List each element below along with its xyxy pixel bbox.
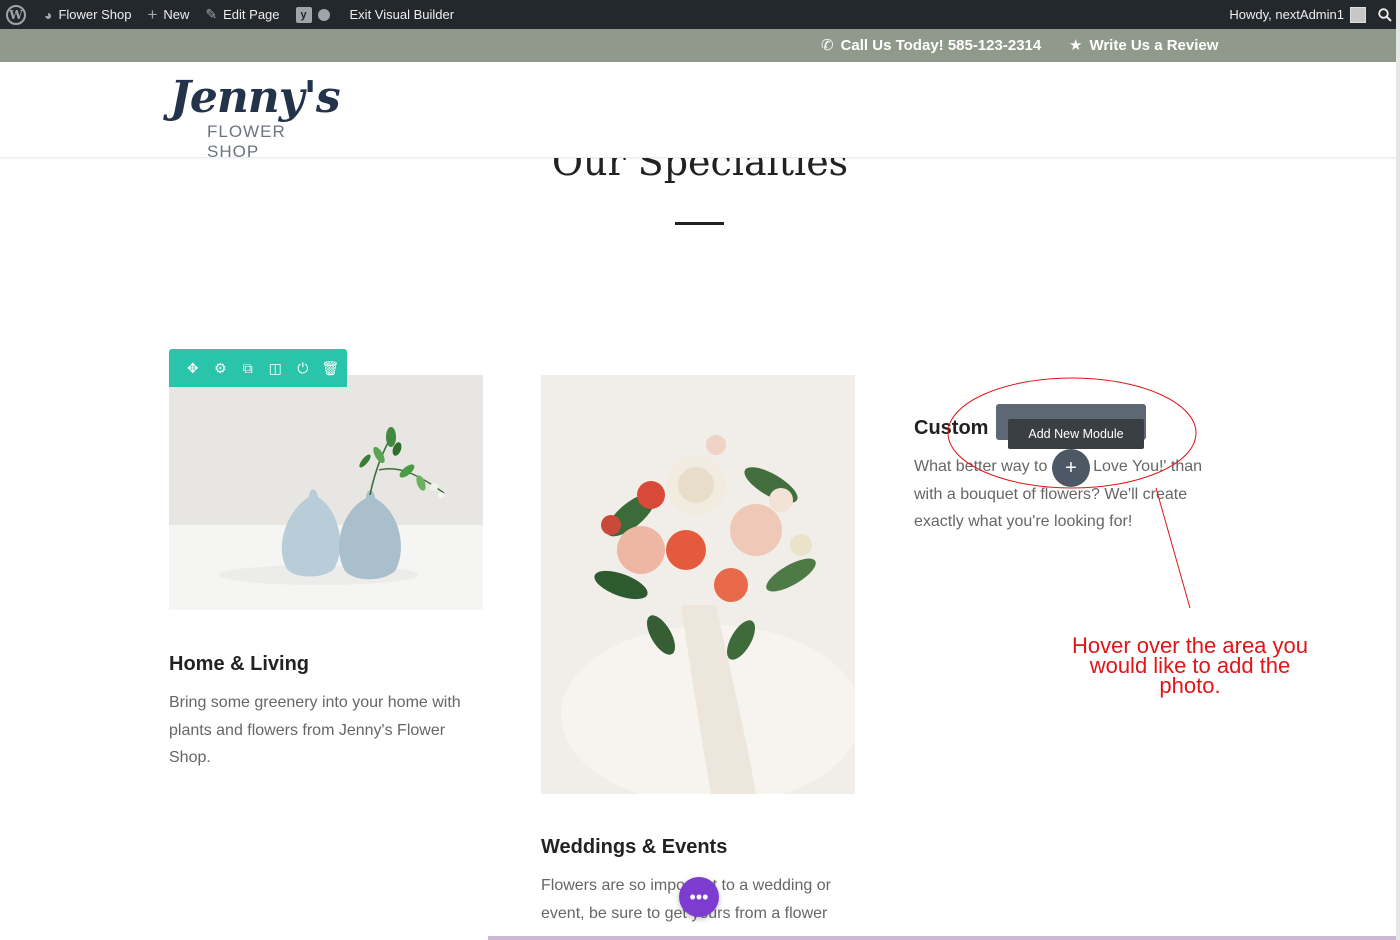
site-name-label: Flower Shop [58,7,132,22]
plus-icon: + [147,4,158,24]
phone-icon: ✆ [821,37,834,54]
howdy-label: Howdy, nextAdmin1 [1229,7,1344,22]
account-menu[interactable]: Howdy, nextAdmin1 [1221,0,1370,29]
site-logo[interactable]: Jenny's FLOWER SHOP [170,72,341,161]
exit-visual-builder-label: Exit Visual Builder [349,7,455,22]
bottom-strip [488,936,1396,940]
logo-script: Jenny's [170,72,341,123]
new-label: New [163,7,190,22]
columns-icon[interactable]: ◫ [262,349,290,387]
duplicate-icon[interactable]: ⧉ [234,349,262,387]
avatar [1350,6,1366,23]
wordpress-logo-icon[interactable]: W [6,4,26,25]
star-icon: ★ [1069,37,1083,54]
logo-subtitle: FLOWER SHOP [207,122,286,161]
top-info-bar: ✆ Call Us Today! 585-123-2314 ★ Write Us… [0,29,1400,62]
exit-visual-builder-link[interactable]: Exit Visual Builder [342,0,463,29]
weddings-events-image[interactable] [541,375,855,794]
new-content-link[interactable]: + New [139,0,197,29]
add-module-button[interactable]: + [1052,449,1090,487]
card-title: Weddings & Events [541,836,728,858]
phone-label: Call Us Today! 585-123-2314 [840,36,1042,54]
delete-icon[interactable]: 🗑 [317,349,345,387]
review-label: Write Us a Review [1089,36,1219,54]
site-header: Jenny's FLOWER SHOP [0,62,1400,161]
row-settings-toolbar: ✥ ⚙ ⧉ ◫ ⏻ 🗑 [169,349,347,387]
dashboard-icon: ◕ [44,6,53,23]
review-link[interactable]: ★ Write Us a Review [1069,36,1219,55]
site-name-link[interactable]: ◕ Flower Shop [36,0,139,29]
move-icon[interactable]: ✥ [179,349,207,387]
pencil-icon: ✎ [205,6,218,22]
edit-page-label: Edit Page [223,7,280,22]
wp-admin-bar: W ◕ Flower Shop + New ✎ Edit Page y Exit… [0,0,1400,29]
save-icon[interactable]: ⏻ [289,349,317,387]
status-dot-icon[interactable] [317,8,330,21]
annotation-text: Hover over the area you would like to ad… [1071,633,1309,698]
scrollbar[interactable] [1396,0,1400,940]
yoast-icon[interactable]: y [295,6,312,23]
card-title: Custom [914,417,989,439]
card-text: Bring some greenery into your home with … [169,694,461,766]
edit-page-link[interactable]: ✎ Edit Page [197,0,287,29]
add-module-tooltip: Add New Module [1008,419,1144,449]
phone-link[interactable]: ✆ Call Us Today! 585-123-2314 [821,36,1042,55]
card-title: Home & Living [169,653,310,675]
page-settings-dots-button[interactable]: ••• [679,877,719,917]
home-living-image[interactable] [169,375,483,610]
title-divider [675,222,724,225]
settings-icon[interactable]: ⚙ [207,349,235,387]
